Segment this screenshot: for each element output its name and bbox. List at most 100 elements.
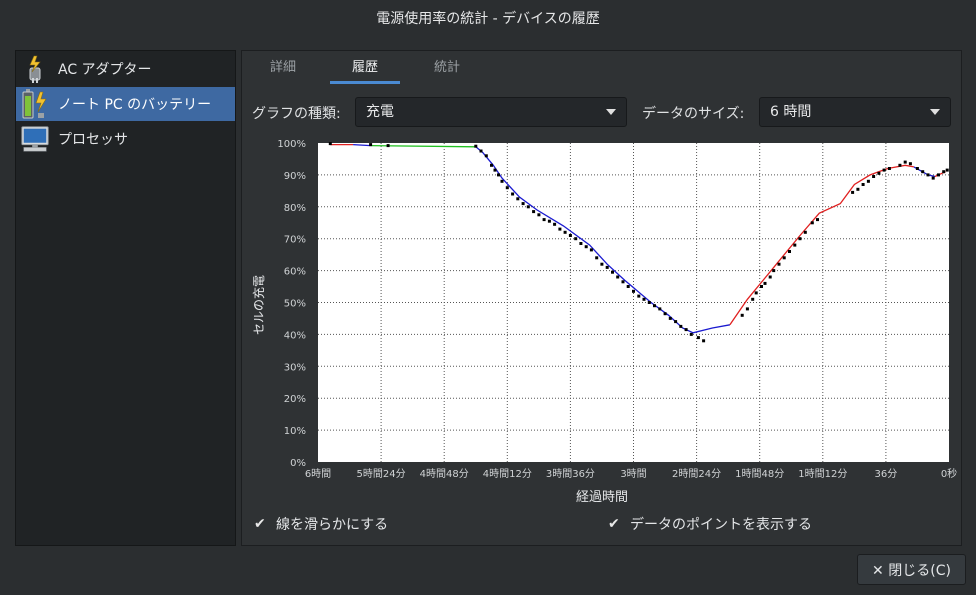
data-point — [526, 205, 530, 209]
data-point — [497, 173, 500, 177]
chevron-down-icon — [930, 109, 940, 115]
y-tick-label: 100% — [277, 139, 306, 150]
chevron-down-icon — [606, 109, 616, 115]
x-tick-label: 2時間24分 — [672, 468, 721, 480]
data-point — [788, 250, 791, 253]
data-point — [605, 265, 609, 269]
data-point — [328, 142, 332, 146]
sidebar-item-label: AC アダプター — [58, 62, 152, 78]
data-point — [926, 173, 930, 177]
data-point — [621, 280, 625, 284]
data-point — [574, 237, 578, 241]
sidebar-item-label: プロセッサ — [58, 132, 128, 148]
graph-type-select[interactable]: 充電 — [355, 97, 627, 127]
data-point — [674, 320, 678, 324]
x-tick-label: 0秒 — [941, 467, 957, 480]
data-point — [866, 179, 870, 183]
data-point — [877, 171, 881, 175]
x-tick-label: 4時間48分 — [420, 468, 469, 480]
data-point — [763, 281, 767, 285]
data-point — [856, 187, 860, 191]
data-point — [931, 176, 935, 180]
data-point — [945, 168, 949, 172]
data-point — [793, 243, 797, 247]
data-point — [679, 324, 683, 328]
data-point — [595, 256, 599, 260]
data-point — [668, 316, 672, 320]
data-point — [511, 192, 515, 196]
data-point — [484, 154, 488, 158]
data-point — [745, 307, 749, 311]
data-point — [816, 218, 819, 222]
data-point — [642, 297, 646, 301]
data-point — [740, 313, 744, 317]
data-point — [663, 312, 667, 316]
data-point — [600, 262, 604, 266]
data-point — [908, 162, 912, 166]
y-tick-label: 30% — [284, 362, 306, 373]
data-point — [696, 336, 700, 340]
y-tick-label: 0% — [290, 458, 306, 469]
processor-icon — [20, 124, 50, 154]
data-point — [851, 190, 855, 194]
history-chart: 0% 10% 20% 30% 40% 50% 60% 70% 80% 90% 100% 6時間 5時間… — [251, 139, 957, 505]
data-point — [903, 160, 907, 164]
data-size-label: データのサイズ: — [642, 106, 745, 122]
data-point — [490, 163, 493, 167]
data-point — [479, 149, 483, 153]
data-point — [702, 339, 706, 343]
tab-history[interactable]: 履歴 — [324, 51, 406, 85]
sidebar-item-ac-adapter[interactable]: AC アダプター — [16, 52, 235, 86]
data-point — [872, 175, 876, 178]
data-point — [369, 143, 373, 147]
sidebar-item-laptop-battery[interactable]: ノート PC のバッテリー — [16, 87, 235, 121]
smooth-lines-label: 線を滑らかにする — [276, 517, 389, 533]
data-point — [658, 307, 662, 311]
x-axis-label: 経過時間 — [576, 490, 628, 505]
data-point — [584, 245, 588, 249]
show-data-points-label: データのポイントを表示する — [630, 517, 812, 533]
checkmark-icon: ✔ — [608, 516, 620, 532]
y-tick-label: 80% — [284, 203, 306, 214]
data-point — [898, 163, 902, 167]
data-point — [882, 168, 886, 172]
data-point — [637, 294, 641, 298]
smooth-lines-checkbox[interactable]: ✔ 線を滑らかにする — [254, 514, 388, 534]
data-point — [803, 230, 807, 234]
y-tick-label: 90% — [284, 171, 306, 182]
data-point — [563, 230, 567, 234]
x-tick-label: 3時間36分 — [546, 468, 595, 480]
data-point — [915, 167, 919, 170]
data-point — [500, 179, 504, 183]
y-tick-label: 20% — [284, 394, 306, 405]
device-list: AC アダプター ノート PC のバッテリー プロセッサ — [15, 50, 236, 546]
data-point — [474, 144, 478, 148]
data-size-select[interactable]: 6 時間 — [759, 97, 951, 127]
tab-bar: 詳細 履歴 統計 — [242, 51, 961, 85]
checkmark-icon: ✔ — [254, 516, 266, 532]
data-point — [505, 186, 509, 190]
data-point — [616, 275, 620, 279]
data-point — [861, 183, 865, 186]
sidebar-item-processor[interactable]: プロセッサ — [16, 122, 235, 156]
x-tick-label: 36分 — [875, 468, 898, 480]
tab-statistics[interactable]: 統計 — [406, 51, 488, 85]
y-tick-label: 10% — [284, 426, 306, 437]
data-point — [386, 144, 390, 148]
close-button[interactable]: ✕ 閉じる(C) — [857, 554, 966, 585]
data-point — [937, 173, 940, 177]
data-point — [684, 328, 688, 332]
x-tick-label: 6時間 — [305, 468, 331, 480]
y-tick-label: 60% — [284, 267, 306, 278]
data-point — [754, 291, 758, 295]
x-tick-label: 3時間 — [620, 468, 646, 480]
x-tick-label: 5時間24分 — [357, 468, 406, 480]
data-point — [751, 297, 755, 301]
data-point — [542, 218, 546, 222]
y-tick-label: 50% — [284, 299, 306, 310]
data-point — [547, 219, 551, 223]
tab-details[interactable]: 詳細 — [242, 51, 324, 85]
show-data-points-checkbox[interactable]: ✔ データのポイントを表示する — [608, 514, 812, 534]
data-point — [558, 227, 562, 231]
data-point — [760, 285, 763, 288]
